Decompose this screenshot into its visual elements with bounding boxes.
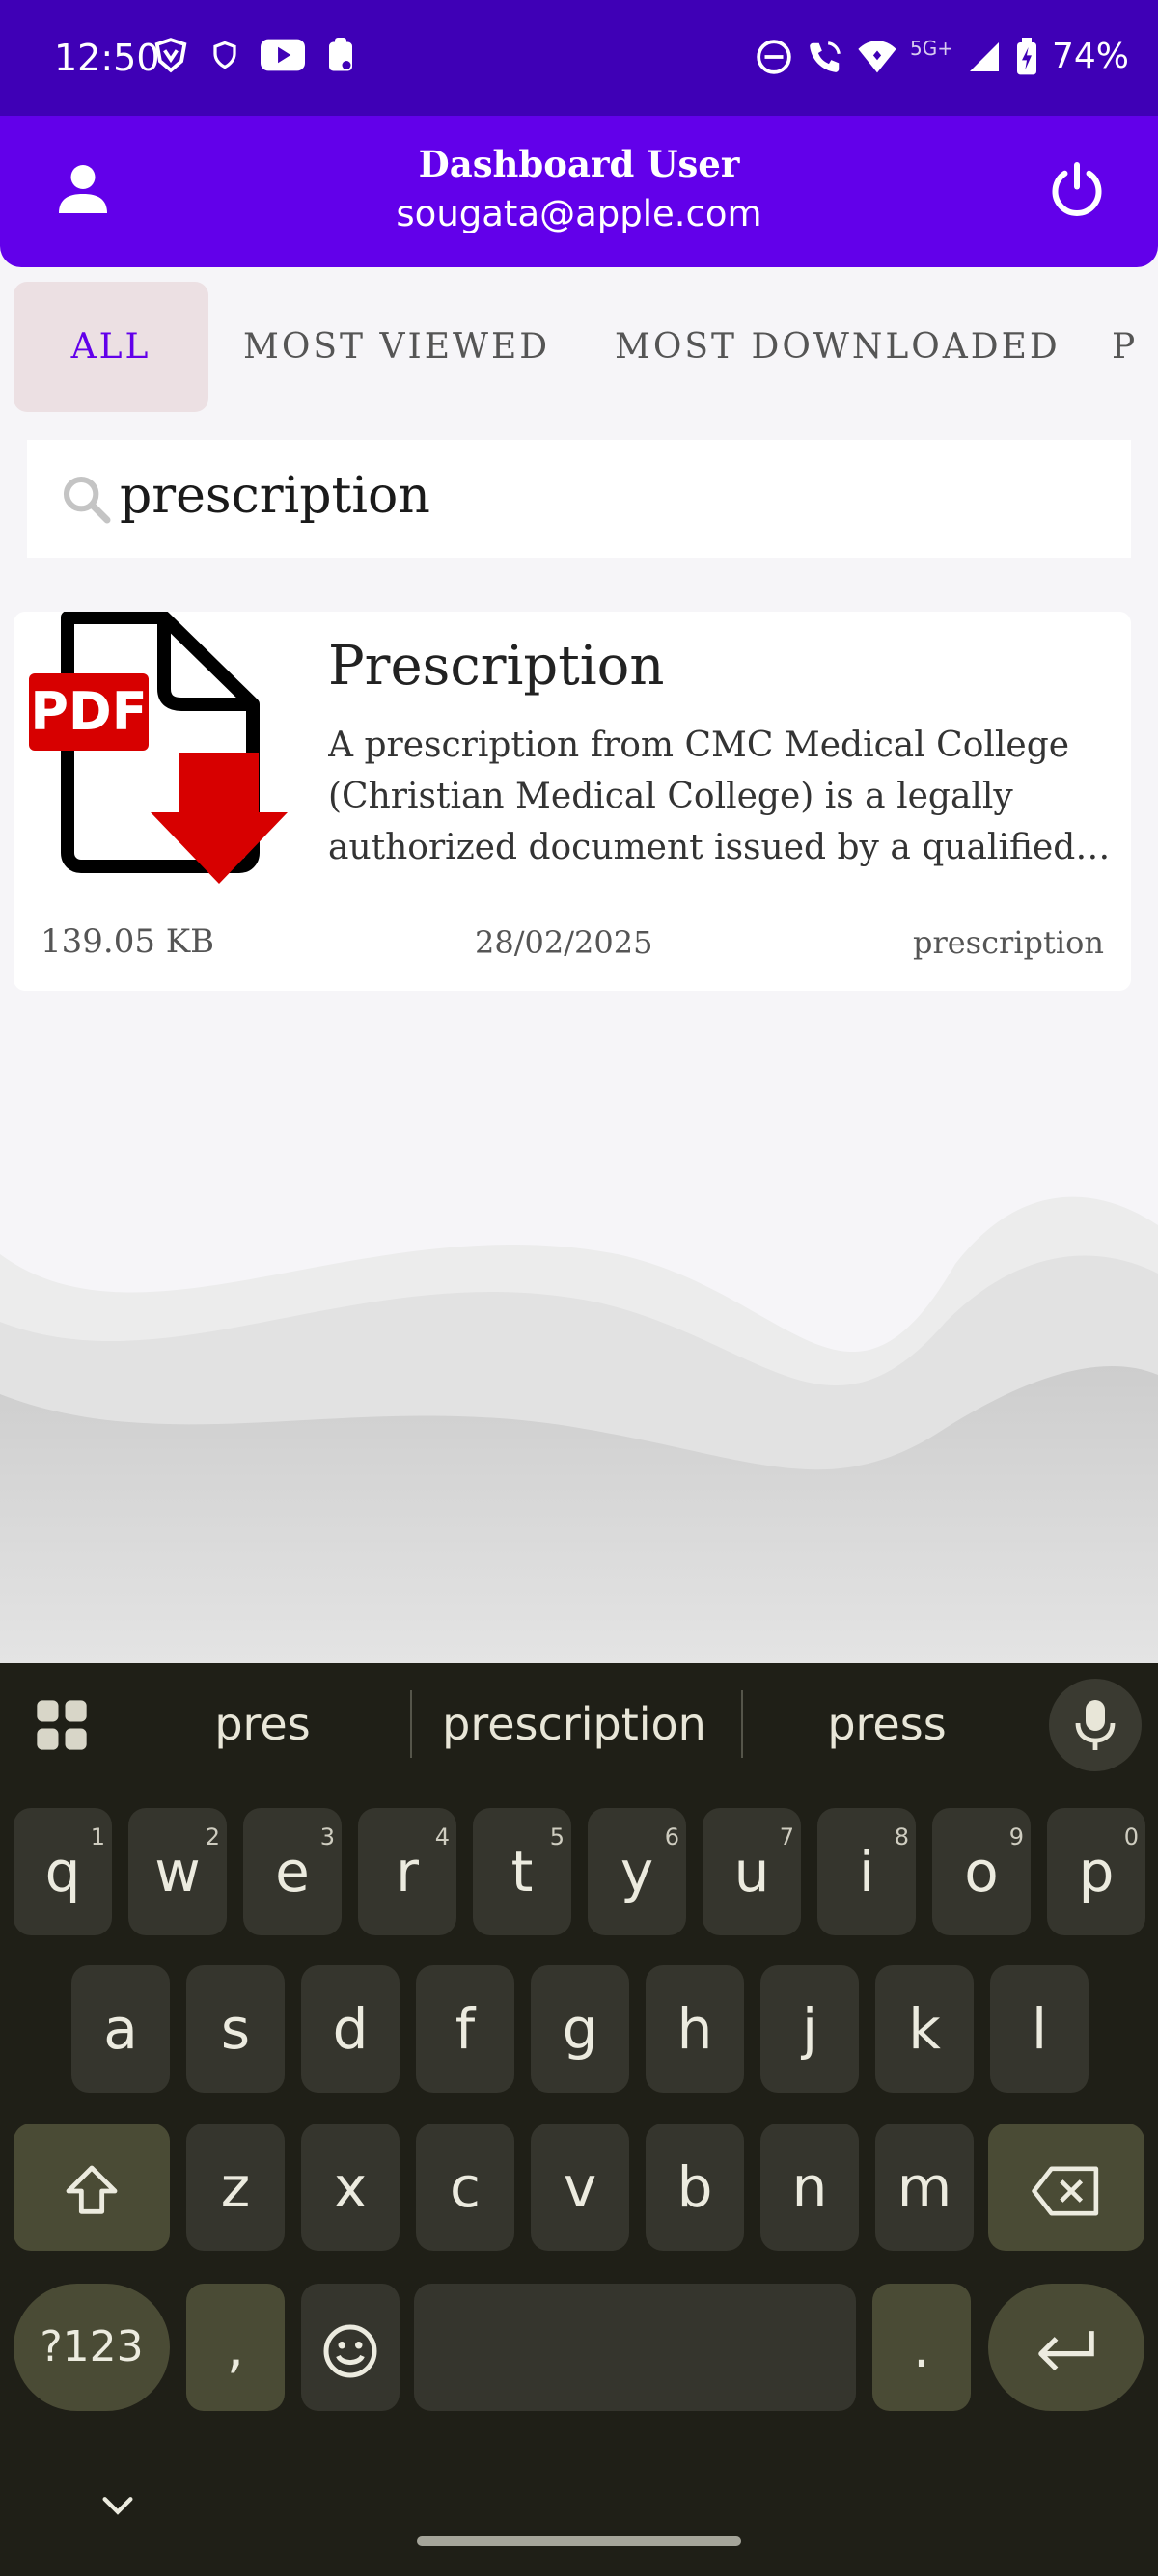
- youtube-icon: [261, 39, 305, 71]
- search-input[interactable]: prescription: [120, 467, 430, 525]
- suggestion-2[interactable]: prescription: [415, 1698, 733, 1750]
- key-k[interactable]: k: [875, 1965, 974, 2093]
- key-v[interactable]: v: [531, 2124, 629, 2251]
- tab-most-downloaded[interactable]: MOST DOWNLOADED: [615, 282, 1061, 412]
- app-header: Dashboard User sougata@apple.com: [0, 116, 1158, 267]
- user-email: sougata@apple.com: [396, 193, 762, 234]
- pdf-label: PDF: [30, 681, 147, 742]
- emoji-icon: [323, 2324, 377, 2378]
- document-description: A prescription from CMC Medical College …: [328, 726, 1111, 867]
- user-name: Dashboard User: [418, 143, 740, 185]
- shield-icon: [213, 41, 236, 69]
- key-n[interactable]: n: [760, 2124, 859, 2251]
- symbols-key[interactable]: ?123: [14, 2284, 170, 2411]
- tab-most-viewed[interactable]: MOST VIEWED: [243, 282, 550, 412]
- enter-icon: [1038, 2330, 1094, 2371]
- suggestion-divider: [410, 1690, 412, 1758]
- voice-input-button[interactable]: [1049, 1679, 1142, 1771]
- document-tag: prescription: [912, 924, 1104, 961]
- key-b[interactable]: b: [646, 2124, 744, 2251]
- pdf-download-icon: PDF: [29, 612, 288, 884]
- suggestion-divider: [741, 1690, 743, 1758]
- key-d[interactable]: d: [301, 1965, 400, 2093]
- key-y[interactable]: y6: [588, 1808, 686, 1935]
- power-logout-icon[interactable]: [1048, 160, 1106, 218]
- key-w[interactable]: w2: [128, 1808, 227, 1935]
- suggestion-3[interactable]: press: [772, 1698, 1002, 1750]
- search-field[interactable]: prescription: [27, 440, 1131, 558]
- key-h[interactable]: h: [646, 1965, 744, 2093]
- signal-icon: [969, 41, 999, 71]
- system-icons: 5G+ 74%: [756, 37, 1129, 76]
- clipboard-icon: [329, 38, 352, 71]
- battery-charging-icon: [1016, 37, 1036, 74]
- wifi-call-icon: [810, 41, 841, 72]
- tab-partial[interactable]: P: [1112, 282, 1158, 412]
- spacebar[interactable]: [414, 2284, 856, 2411]
- key-p[interactable]: p0: [1047, 1808, 1145, 1935]
- search-icon: [63, 476, 111, 524]
- network-type: 5G+: [910, 36, 953, 60]
- key-e[interactable]: e3: [243, 1808, 342, 1935]
- key-o[interactable]: o9: [932, 1808, 1031, 1935]
- shift-key[interactable]: [14, 2124, 170, 2251]
- battery-level: 74%: [1051, 37, 1129, 76]
- document-date: 28/02/2025: [475, 924, 653, 961]
- key-f[interactable]: f: [416, 1965, 514, 2093]
- emoji-key[interactable]: [301, 2284, 400, 2411]
- shift-icon: [66, 2165, 118, 2214]
- status-time: 12:50: [54, 37, 160, 79]
- soft-keyboard: pres prescription press q1 w2 e3 r4 t5 y…: [0, 1663, 1158, 2576]
- key-q[interactable]: q1: [14, 1808, 112, 1935]
- key-r[interactable]: r4: [358, 1808, 456, 1935]
- category-tabs: ALL MOST VIEWED MOST DOWNLOADED P: [0, 282, 1158, 412]
- key-z[interactable]: z: [186, 2124, 285, 2251]
- document-card[interactable]: PDF Prescription A prescription from CMC…: [14, 612, 1131, 991]
- suggestion-1[interactable]: pres: [166, 1698, 359, 1750]
- notification-icons: [152, 37, 355, 73]
- apps-grid-icon[interactable]: [35, 1698, 89, 1752]
- wave-background: [0, 1196, 1158, 1664]
- key-c[interactable]: c: [416, 2124, 514, 2251]
- tab-all[interactable]: ALL: [14, 282, 208, 412]
- key-g[interactable]: g: [531, 1965, 629, 2093]
- key-j[interactable]: j: [760, 1965, 859, 2093]
- home-indicator[interactable]: [417, 2536, 741, 2546]
- key-a[interactable]: a: [71, 1965, 170, 2093]
- document-title: Prescription: [328, 635, 665, 698]
- keyboard-hide-chevron-icon[interactable]: [98, 2491, 137, 2520]
- key-m[interactable]: m: [875, 2124, 974, 2251]
- vpn-shield-icon: [154, 38, 187, 73]
- period-key[interactable]: .: [872, 2284, 971, 2411]
- enter-key[interactable]: [988, 2284, 1144, 2411]
- document-size: 139.05 KB: [41, 922, 215, 961]
- wifi-icon: [858, 40, 896, 72]
- microphone-icon: [1075, 1700, 1116, 1750]
- backspace-key[interactable]: [988, 2124, 1144, 2251]
- comma-key[interactable]: ,: [186, 2284, 285, 2411]
- key-i[interactable]: i8: [817, 1808, 916, 1935]
- key-x[interactable]: x: [301, 2124, 400, 2251]
- key-l[interactable]: l: [990, 1965, 1089, 2093]
- status-bar: 12:50 5G+ 74%: [0, 0, 1158, 116]
- key-s[interactable]: s: [186, 1965, 285, 2093]
- key-u[interactable]: u7: [703, 1808, 801, 1935]
- backspace-icon: [1032, 2166, 1099, 2216]
- key-t[interactable]: t5: [473, 1808, 571, 1935]
- dnd-icon: [757, 39, 791, 74]
